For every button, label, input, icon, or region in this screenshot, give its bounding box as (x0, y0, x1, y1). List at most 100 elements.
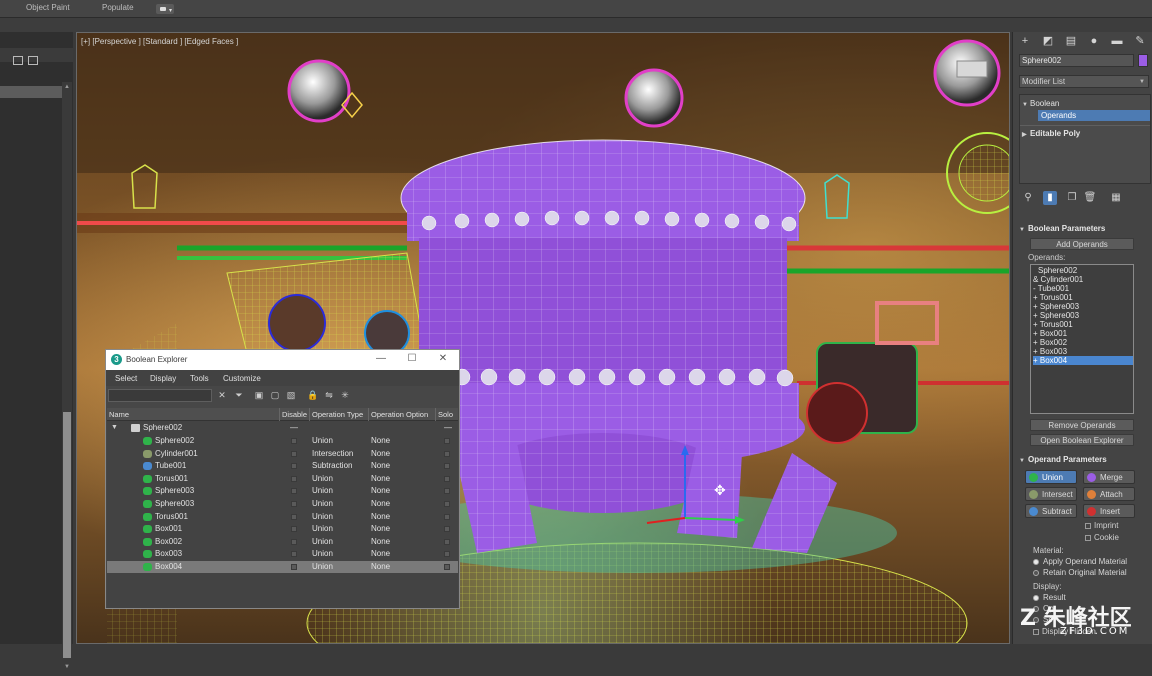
remove-modifier-icon[interactable]: 🗑 (1083, 191, 1097, 205)
row-operation-option[interactable]: None (371, 498, 390, 510)
menu-select[interactable]: Select (115, 374, 137, 383)
row-operation-option[interactable]: None (371, 561, 390, 573)
maximize-icon[interactable]: ☐ (405, 353, 419, 364)
select-all-icon[interactable]: ▣ (253, 389, 265, 402)
row-operation-option[interactable]: None (371, 448, 390, 460)
select-none-icon[interactable]: ▢ (269, 389, 281, 402)
stack-item-boolean[interactable]: ▼ Boolean (1022, 98, 1148, 109)
solo-checkbox[interactable] (444, 564, 450, 570)
stack-item-editable-poly[interactable]: ▶ Editable Poly (1022, 128, 1148, 139)
filter-icon[interactable]: ⏷ (233, 389, 245, 402)
table-row[interactable]: Sphere003 Union None (107, 485, 458, 497)
scrollbar-thumb[interactable] (63, 412, 71, 658)
row-operation-type[interactable]: Union (312, 435, 333, 447)
column-operation-option[interactable]: Operation Option (371, 410, 428, 419)
disable-checkbox[interactable] (291, 513, 297, 520)
close-icon[interactable]: ✕ (436, 353, 450, 364)
column-name[interactable]: Name (109, 410, 129, 419)
row-operation-option[interactable]: None (371, 536, 390, 548)
row-operation-type[interactable]: Union (312, 473, 333, 485)
operand-item[interactable]: - Tube001 (1033, 284, 1133, 293)
lock-icon[interactable]: 🔒 (307, 389, 319, 402)
open-boolean-explorer-button[interactable]: Open Boolean Explorer (1030, 434, 1134, 446)
hierarchy-tab-icon[interactable]: ▤ (1063, 34, 1079, 48)
row-operation-type[interactable]: Union (312, 536, 333, 548)
table-row[interactable]: Cylinder001 Intersection None (107, 448, 458, 460)
row-operation-option[interactable]: None (371, 511, 390, 523)
apply-operand-material-radio[interactable]: Apply Operand Material (1033, 557, 1127, 566)
solo-checkbox[interactable] (444, 526, 450, 533)
operand-item[interactable]: + Sphere003 (1033, 302, 1133, 311)
utilities-tab-icon[interactable]: ✎ (1132, 34, 1148, 48)
create-tab-icon[interactable]: + (1017, 34, 1033, 48)
menu-tools[interactable]: Tools (190, 374, 209, 383)
solo-checkbox[interactable] (444, 475, 450, 482)
layer-icon[interactable] (28, 56, 38, 65)
menu-display[interactable]: Display (150, 374, 176, 383)
table-row[interactable]: Torus001 Union None (107, 511, 458, 523)
table-row[interactable]: Box003 Union None (107, 548, 458, 560)
operand-item[interactable]: + Box002 (1033, 338, 1133, 347)
table-row[interactable]: Sphere002 Union None (107, 435, 458, 447)
table-row[interactable]: Sphere003 Union None (107, 498, 458, 510)
solo-checkbox[interactable] (444, 538, 450, 545)
attach-button[interactable]: Attach (1083, 487, 1135, 501)
solo-checkbox[interactable] (444, 501, 450, 507)
row-operation-option[interactable]: None (371, 548, 390, 560)
column-disable[interactable]: Disable (282, 410, 307, 419)
operand-parameters-rollout[interactable]: ▼ Operand Parameters (1019, 454, 1151, 466)
retain-original-material-radio[interactable]: Retain Original Material (1033, 568, 1127, 577)
row-operation-type[interactable]: Union (312, 561, 333, 573)
boolean-explorer-titlebar[interactable]: 3 Boolean Explorer — ☐ ✕ (106, 350, 459, 370)
scroll-up-icon[interactable]: ▲ (64, 84, 70, 90)
table-row[interactable]: Tube001 Subtraction None (107, 460, 458, 472)
tab-object-paint[interactable]: Object Paint (26, 3, 70, 12)
table-row[interactable]: Box004 Union None (107, 561, 458, 573)
tab-populate[interactable]: Populate (102, 3, 134, 12)
disable-checkbox[interactable] (291, 551, 297, 558)
scene-explorer-row[interactable] (0, 86, 66, 98)
make-unique-icon[interactable]: ❐ (1065, 191, 1079, 205)
column-operation-type[interactable]: Operation Type (312, 410, 363, 419)
disable-checkbox[interactable] (291, 538, 297, 545)
pin-stack-icon[interactable]: ⚲ (1021, 191, 1035, 205)
minimize-icon[interactable]: — (374, 353, 388, 364)
disable-checkbox[interactable] (291, 438, 297, 444)
clear-search-icon[interactable]: ✕ (216, 389, 228, 402)
highlight-icon[interactable]: ✳ (339, 389, 351, 402)
sync-selection-icon[interactable]: ⇋ (323, 389, 335, 402)
table-row[interactable]: Torus001 Union None (107, 473, 458, 485)
row-operation-type[interactable]: Union (312, 523, 333, 535)
solo-checkbox[interactable] (444, 551, 450, 558)
table-row-root[interactable]: ▼ Sphere002 — — (107, 422, 458, 434)
row-operation-type[interactable]: Union (312, 498, 333, 510)
row-operation-type[interactable]: Union (312, 485, 333, 497)
invert-selection-icon[interactable]: ▧ (285, 389, 297, 402)
operand-item[interactable]: + Box003 (1033, 347, 1133, 356)
merge-button[interactable]: Merge (1083, 470, 1135, 484)
operand-item[interactable]: + Torus001 (1033, 320, 1133, 329)
ribbon-display-toggle[interactable]: ▾ (156, 4, 174, 14)
row-operation-option[interactable]: None (371, 523, 390, 535)
solo-checkbox[interactable] (444, 463, 450, 470)
row-operation-type[interactable]: Intersection (312, 448, 353, 460)
operand-item-selected[interactable]: + Box004 (1033, 356, 1133, 365)
add-operands-button[interactable]: Add Operands (1030, 238, 1134, 250)
hierarchy-icon[interactable] (13, 56, 23, 65)
row-operation-type[interactable]: Union (312, 548, 333, 560)
search-input[interactable] (108, 389, 212, 402)
column-solo[interactable]: Solo (438, 410, 453, 419)
disable-checkbox[interactable] (291, 463, 297, 470)
operand-item[interactable]: Sphere002 (1033, 266, 1133, 275)
cookie-checkbox[interactable]: Cookie (1085, 533, 1119, 542)
union-button[interactable]: Union (1025, 470, 1077, 484)
object-name-field[interactable]: Sphere002 (1019, 54, 1134, 67)
operand-item[interactable]: & Cylinder001 (1033, 275, 1133, 284)
show-end-result-icon[interactable]: ▮ (1043, 191, 1057, 205)
remove-operands-button[interactable]: Remove Operands (1030, 419, 1134, 431)
boolean-parameters-rollout[interactable]: ▼ Boolean Parameters (1019, 223, 1151, 235)
insert-button[interactable]: Insert (1083, 504, 1135, 518)
row-operation-type[interactable]: Union (312, 511, 333, 523)
disable-checkbox[interactable] (291, 501, 297, 507)
viewport-label[interactable]: [+] [Perspective ] [Standard ] [Edged Fa… (81, 37, 238, 46)
